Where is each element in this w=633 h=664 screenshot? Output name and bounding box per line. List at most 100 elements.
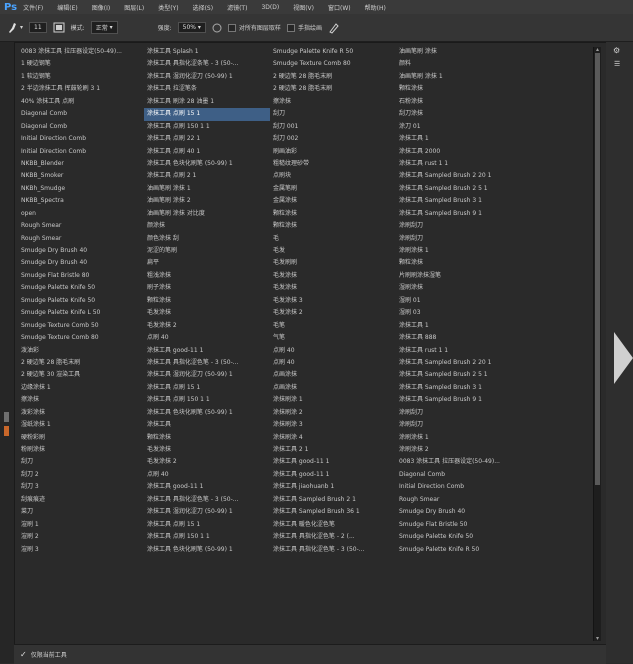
preset-item[interactable]: 涂刷刮刀 bbox=[396, 220, 522, 232]
preset-item[interactable]: 0083 涂抹工具 拉压器设定(50-49)... bbox=[18, 46, 144, 58]
preset-item[interactable]: 涂抹工具 good-11 1 bbox=[144, 481, 270, 493]
preset-item[interactable]: 涂抹工具 点刷 150 1 1 bbox=[144, 394, 270, 406]
preset-item[interactable]: 颜色涂抹 刮 bbox=[144, 233, 270, 245]
preset-item[interactable]: Smudge Dry Brush 40 bbox=[18, 257, 144, 269]
preset-item[interactable]: 刮痕痕迹 bbox=[18, 494, 144, 506]
preset-item[interactable]: 泼彩涂抹 bbox=[18, 407, 144, 419]
pen-pressure-icon[interactable] bbox=[328, 22, 340, 34]
preset-item[interactable]: 粉刷涂抹 bbox=[18, 444, 144, 456]
preset-item[interactable]: 涂抹工具 具指化涩条笔 - 3 (50-... bbox=[144, 58, 270, 70]
preset-item[interactable]: 涂抹工具 点刷 40 1 bbox=[144, 146, 270, 158]
preset-item[interactable]: 涂抹工具 湿润化涩刀 (50-99) 1 bbox=[144, 506, 270, 518]
preset-item[interactable]: 涂刷涂抹 2 bbox=[396, 444, 522, 456]
preset-item[interactable]: 2 硬边笔 28 脂毛末刷 bbox=[270, 71, 396, 83]
preset-item[interactable]: 2 硬边笔 28 脂毛末刷 bbox=[270, 83, 396, 95]
preset-item[interactable]: 湿刷 03 bbox=[396, 307, 522, 319]
preset-item[interactable]: 2 硬边笔 30 渲染工具 bbox=[18, 369, 144, 381]
pressure-icon[interactable] bbox=[212, 23, 222, 33]
preset-item[interactable]: 涂抹工具 点刷 22 1 bbox=[144, 133, 270, 145]
preset-item[interactable]: 涂抹工具 888 bbox=[396, 332, 522, 344]
preset-item[interactable]: open bbox=[18, 208, 144, 220]
scroll-thumb[interactable] bbox=[595, 53, 600, 485]
preset-item[interactable]: 涂抹工具 点刷 15 1 bbox=[144, 519, 270, 531]
preset-item[interactable]: 毛发涂抹 2 bbox=[144, 456, 270, 468]
preset-item[interactable]: 片刷刷涂抹湿笔 bbox=[396, 270, 522, 282]
preset-item[interactable]: 粗浅涂抹 bbox=[144, 270, 270, 282]
preset-item[interactable]: 涂抹工具 点刷 2 1 bbox=[144, 170, 270, 182]
preset-item[interactable]: 擦涂抹 bbox=[18, 394, 144, 406]
preset-item[interactable]: 刮刀涂抹 bbox=[396, 108, 522, 120]
scroll-up-icon[interactable]: ▴ bbox=[594, 46, 601, 53]
preset-item[interactable]: 金属涂抹 bbox=[270, 195, 396, 207]
menu-select[interactable]: 选择(S) bbox=[193, 3, 214, 12]
sample-all-layers-checkbox[interactable]: 对所有图层取样 bbox=[227, 23, 281, 32]
preset-item[interactable]: Diagonal Comb bbox=[18, 121, 144, 133]
preset-item[interactable]: 涂抹工具 Sampled Brush 2 20 1 bbox=[396, 170, 522, 182]
preset-item[interactable]: 1 软边钢笔 bbox=[18, 71, 144, 83]
menu-file[interactable]: 文件(F) bbox=[23, 3, 43, 12]
preset-item[interactable]: 涂抹工具 2000 bbox=[396, 146, 522, 158]
preset-item[interactable]: 刮刀 002 bbox=[270, 133, 396, 145]
preset-item[interactable]: 涂抹工具 Sampled Brush 3 1 bbox=[396, 195, 522, 207]
preset-item[interactable]: 毛发 bbox=[270, 245, 396, 257]
preset-item[interactable]: 涂抹工具 Sampled Brush 36 1 bbox=[270, 506, 396, 518]
preset-item[interactable]: 擦涂抹 bbox=[270, 96, 396, 108]
preset-item[interactable]: 涂抹工具 2 1 bbox=[270, 444, 396, 456]
preset-item[interactable]: 涂抹工具 暖色化涩色笔 bbox=[270, 519, 396, 531]
preset-item[interactable]: 涂抹工具 具指化涩色笔 - 3 (50-... bbox=[144, 357, 270, 369]
preset-item[interactable]: 涂抹工具 good-11 1 bbox=[270, 469, 396, 481]
preset-item[interactable]: 硬粉彩刷 bbox=[18, 432, 144, 444]
preset-item[interactable]: 扁平 bbox=[144, 257, 270, 269]
preset-item[interactable]: Smudge Texture Comb 50 bbox=[18, 320, 144, 332]
preset-item[interactable]: Rough Smear bbox=[396, 494, 522, 506]
preset-item[interactable]: Smudge Texture Comb 80 bbox=[270, 58, 396, 70]
preset-item[interactable]: 刮刀 bbox=[18, 456, 144, 468]
preset-item[interactable]: 涂抹工具 Sampled Brush 3 1 bbox=[396, 382, 522, 394]
preset-item[interactable]: 涂抹工具 Splash 1 bbox=[144, 46, 270, 58]
preset-item[interactable]: 涂抹工具 点刷 15 1 bbox=[144, 108, 270, 121]
preset-item[interactable]: 金属笔刷 bbox=[270, 183, 396, 195]
preset-item[interactable]: 1 硬边钢笔 bbox=[18, 58, 144, 70]
preset-item[interactable]: 涂抹工具 jiaohuanb 1 bbox=[270, 481, 396, 493]
preset-item[interactable]: NKBh_Smudge bbox=[18, 183, 144, 195]
preset-item[interactable]: 涂抹刷涂 2 bbox=[270, 407, 396, 419]
menu-help[interactable]: 帮助(H) bbox=[365, 3, 386, 12]
preset-item[interactable]: 毛 bbox=[270, 233, 396, 245]
preset-item[interactable]: 点画涂抹 bbox=[270, 382, 396, 394]
preset-item[interactable]: Diagonal Comb bbox=[396, 469, 522, 481]
preset-item[interactable]: 涂刷涂抹 1 bbox=[396, 245, 522, 257]
preset-item[interactable]: Smudge Palette Knife 50 bbox=[396, 531, 522, 543]
preset-item[interactable]: 涂抹工具 Sampled Brush 2 5 1 bbox=[396, 369, 522, 381]
preset-item[interactable]: 气笔 bbox=[270, 332, 396, 344]
preset-item[interactable]: 涂抹工具 Sampled Brush 9 1 bbox=[396, 208, 522, 220]
brush-size-picker[interactable]: 11 bbox=[29, 22, 47, 33]
preset-item[interactable]: 刮刀 3 bbox=[18, 481, 144, 493]
preset-item[interactable]: 2 半边涂抹工具 挥鼓轮刷 3 1 bbox=[18, 83, 144, 95]
preset-item[interactable]: Smudge Palette Knife 50 bbox=[18, 295, 144, 307]
preset-item[interactable]: 涂抹工具 good-11 1 bbox=[144, 345, 270, 357]
menu-view[interactable]: 视图(V) bbox=[293, 3, 314, 12]
preset-item[interactable]: 涂抹工具 色块化刷笔 (50-99) 1 bbox=[144, 158, 270, 170]
menu-filter[interactable]: 滤镜(T) bbox=[227, 3, 247, 12]
preset-item[interactable]: 毛笔 bbox=[270, 320, 396, 332]
preset-item[interactable]: Smudge Flat Bristle 80 bbox=[18, 270, 144, 282]
preset-item[interactable]: 点刷 40 bbox=[144, 332, 270, 344]
preset-item[interactable]: 颗粒涂抹 bbox=[144, 295, 270, 307]
preset-item[interactable]: 毛发刷刷 bbox=[270, 257, 396, 269]
preset-item[interactable]: 刮刀 001 bbox=[270, 121, 396, 133]
menu-type[interactable]: 类型(Y) bbox=[158, 3, 178, 12]
menu-3d[interactable]: 3D(D) bbox=[261, 4, 279, 11]
preset-item[interactable]: Smudge Palette Knife 50 bbox=[18, 282, 144, 294]
preset-item[interactable]: 点刷 40 bbox=[270, 345, 396, 357]
preset-item[interactable]: 涂抹工具 点刷 150 1 1 bbox=[144, 531, 270, 543]
preset-item[interactable]: 涂抹工具 湿润化涩刀 (50-99) 1 bbox=[144, 369, 270, 381]
preset-item[interactable]: Smudge Texture Comb 80 bbox=[18, 332, 144, 344]
preset-item[interactable]: 油画笔刷 涂抹 2 bbox=[144, 195, 270, 207]
preset-item[interactable]: Rough Smear bbox=[18, 233, 144, 245]
preset-item[interactable]: 颜涂抹 bbox=[144, 220, 270, 232]
preset-item[interactable]: 渲刷 3 bbox=[18, 544, 144, 556]
preset-item[interactable]: 涂抹工具 Sampled Brush 2 1 bbox=[270, 494, 396, 506]
scroll-down-icon[interactable]: ▾ bbox=[594, 635, 601, 642]
preset-item[interactable]: 涂刷刮刀 bbox=[396, 419, 522, 431]
preset-item[interactable]: 毛发涂抹 2 bbox=[144, 320, 270, 332]
